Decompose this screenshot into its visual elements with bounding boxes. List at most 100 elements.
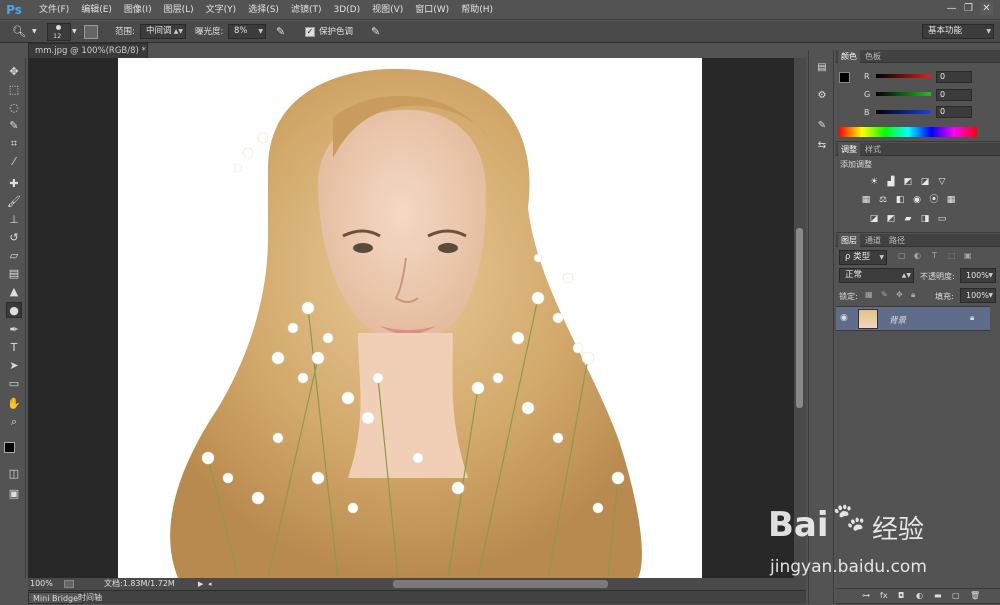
move-tool-icon[interactable]: ✥ xyxy=(6,64,22,80)
healing-brush-tool-icon[interactable]: ✚ xyxy=(6,176,22,192)
canvas-area[interactable] xyxy=(28,58,794,578)
dodge-tool-icon[interactable]: ● xyxy=(6,302,22,318)
pen-tool-icon[interactable]: ✒ xyxy=(6,322,22,338)
menu-help[interactable]: 帮助(H) xyxy=(455,0,499,20)
delete-layer-icon[interactable]: 🗑︎ xyxy=(970,591,980,600)
menu-select[interactable]: 选择(S) xyxy=(242,0,285,20)
protect-tones-checkbox[interactable]: ✓ xyxy=(305,27,315,37)
channel-r-value[interactable]: 0 xyxy=(936,71,972,83)
channel-g-value[interactable]: 0 xyxy=(936,89,972,101)
lock-position-icon[interactable]: ✥ xyxy=(896,290,903,299)
tab-styles[interactable]: 样式 xyxy=(862,143,884,156)
quick-select-tool-icon[interactable]: ✎ xyxy=(6,118,22,134)
tab-color[interactable]: 颜色 xyxy=(838,50,860,63)
invert-icon[interactable]: ◪ xyxy=(868,213,880,225)
tab-timeline[interactable]: 时间轴 xyxy=(74,592,106,604)
screen-mode-icon[interactable]: ▣ xyxy=(6,486,22,502)
scroll-left-icon[interactable]: ◂ xyxy=(208,578,212,590)
lasso-tool-icon[interactable]: ◌ xyxy=(6,100,22,116)
brush-presets-panel-icon[interactable]: ✎ xyxy=(814,118,830,134)
zoom-tool-icon[interactable]: ⌕ xyxy=(6,414,22,430)
zoom-level[interactable]: 100% xyxy=(30,578,53,590)
close-button[interactable]: ✕ xyxy=(980,2,993,15)
levels-icon[interactable]: ▟ xyxy=(885,176,897,188)
layer-name[interactable]: 背景 xyxy=(889,314,906,326)
foreground-color-swatch[interactable] xyxy=(4,442,15,453)
menu-filter[interactable]: 滤镜(T) xyxy=(285,0,328,20)
chevron-down-icon[interactable]: ▼ xyxy=(32,24,37,40)
rectangle-tool-icon[interactable]: ▭ xyxy=(6,376,22,392)
layer-row[interactable]: ◉ 背景 🔒︎ xyxy=(836,306,990,331)
range-select[interactable]: 中间调 ▲▼ xyxy=(140,24,186,39)
brush-panel-icon[interactable] xyxy=(84,25,98,39)
history-brush-tool-icon[interactable]: ↺ xyxy=(6,230,22,246)
hand-tool-icon[interactable]: ✋ xyxy=(6,396,22,412)
filter-type-icon[interactable]: T xyxy=(932,251,937,260)
menu-edit[interactable]: 编辑(E) xyxy=(75,0,118,20)
filter-smart-object-icon[interactable]: ▣ xyxy=(964,251,972,260)
crop-tool-icon[interactable]: ⌗ xyxy=(6,136,22,152)
channel-b-slider[interactable] xyxy=(876,110,931,114)
type-tool-icon[interactable]: T xyxy=(6,340,22,356)
airbrush-icon[interactable]: ✎ xyxy=(276,24,285,40)
history-panel-icon[interactable]: ▤ xyxy=(814,60,830,76)
new-group-icon[interactable]: ▬ xyxy=(934,591,942,600)
black-white-icon[interactable]: ◧ xyxy=(894,194,906,206)
link-layers-icon[interactable]: ⊶ xyxy=(862,591,870,600)
channel-b-value[interactable]: 0 xyxy=(936,106,972,118)
exposure-input[interactable]: 8% ▼ xyxy=(228,24,266,39)
channel-r-slider[interactable] xyxy=(876,74,931,78)
chevron-down-icon[interactable]: ▼ xyxy=(72,24,77,40)
proof-icon[interactable] xyxy=(64,580,74,588)
brush-tool-icon[interactable]: 🖌︎ xyxy=(6,194,22,210)
eyedropper-tool-icon[interactable]: ⁄ xyxy=(6,154,22,170)
document-image[interactable] xyxy=(118,58,702,578)
threshold-icon[interactable]: ▰ xyxy=(902,213,914,225)
filter-shape-icon[interactable]: ⬚ xyxy=(948,251,956,260)
dodge-tool-preset-icon[interactable]: 🔍︎ xyxy=(12,24,26,40)
color-lookup-icon[interactable]: ▦ xyxy=(945,194,957,206)
channel-mixer-icon[interactable]: ⦿ xyxy=(928,194,940,206)
quick-mask-icon[interactable]: ◫ xyxy=(6,466,22,482)
menu-image[interactable]: 图像(I) xyxy=(118,0,158,20)
menu-type[interactable]: 文字(Y) xyxy=(200,0,243,20)
tab-adjustments[interactable]: 调整 xyxy=(838,143,860,156)
workspace-select[interactable]: 基本功能 ▼ xyxy=(922,24,994,39)
marquee-tool-icon[interactable]: ⬚ xyxy=(6,82,22,98)
status-menu-arrow-icon[interactable]: ▶ xyxy=(198,578,203,590)
lock-pixels-icon[interactable]: ✎ xyxy=(881,290,888,299)
channel-g-slider[interactable] xyxy=(876,92,931,96)
tab-paths[interactable]: 路径 xyxy=(886,234,908,247)
menu-layer[interactable]: 图层(L) xyxy=(158,0,200,20)
pressure-icon[interactable]: ✎ xyxy=(371,24,380,40)
curves-icon[interactable]: ◩ xyxy=(902,176,914,188)
eraser-tool-icon[interactable]: ▱ xyxy=(6,248,22,264)
path-selection-tool-icon[interactable]: ➤ xyxy=(6,358,22,374)
new-adjustment-icon[interactable]: ◐ xyxy=(916,591,923,600)
blur-tool-icon[interactable]: ▲ xyxy=(6,284,22,300)
panel-foreground-swatch[interactable] xyxy=(839,72,850,83)
new-layer-icon[interactable]: ▢ xyxy=(952,591,960,600)
fill-input[interactable]: 100% ▼ xyxy=(960,288,996,303)
restore-button[interactable]: ❐ xyxy=(962,2,975,15)
lock-transparent-icon[interactable]: ▦ xyxy=(865,290,873,299)
menu-window[interactable]: 窗口(W) xyxy=(409,0,455,20)
vibrance-icon[interactable]: ▽ xyxy=(936,176,948,188)
color-balance-icon[interactable]: ⚖ xyxy=(877,194,889,206)
vertical-scroll-thumb[interactable] xyxy=(796,228,803,408)
layer-style-icon[interactable]: fx xyxy=(880,591,888,600)
layer-filter-select[interactable]: ρ 类型 ▼ xyxy=(839,250,887,265)
gradient-map-icon[interactable]: ▭ xyxy=(936,213,948,225)
color-spectrum-bar[interactable] xyxy=(839,127,977,137)
posterize-icon[interactable]: ◩ xyxy=(885,213,897,225)
lock-all-icon[interactable]: 🔒︎ xyxy=(911,290,915,300)
add-mask-icon[interactable]: ◘ xyxy=(898,591,904,600)
properties-panel-icon[interactable]: ⇆ xyxy=(814,138,830,154)
photo-filter-icon[interactable]: ◉ xyxy=(911,194,923,206)
selective-color-icon[interactable]: ◨ xyxy=(919,213,931,225)
menu-file[interactable]: 文件(F) xyxy=(33,0,75,20)
tab-swatches[interactable]: 色板 xyxy=(862,50,884,63)
hue-saturation-icon[interactable]: ▦ xyxy=(860,194,872,206)
menu-3d[interactable]: 3D(D) xyxy=(327,0,366,20)
tab-layers[interactable]: 图层 xyxy=(838,234,860,247)
